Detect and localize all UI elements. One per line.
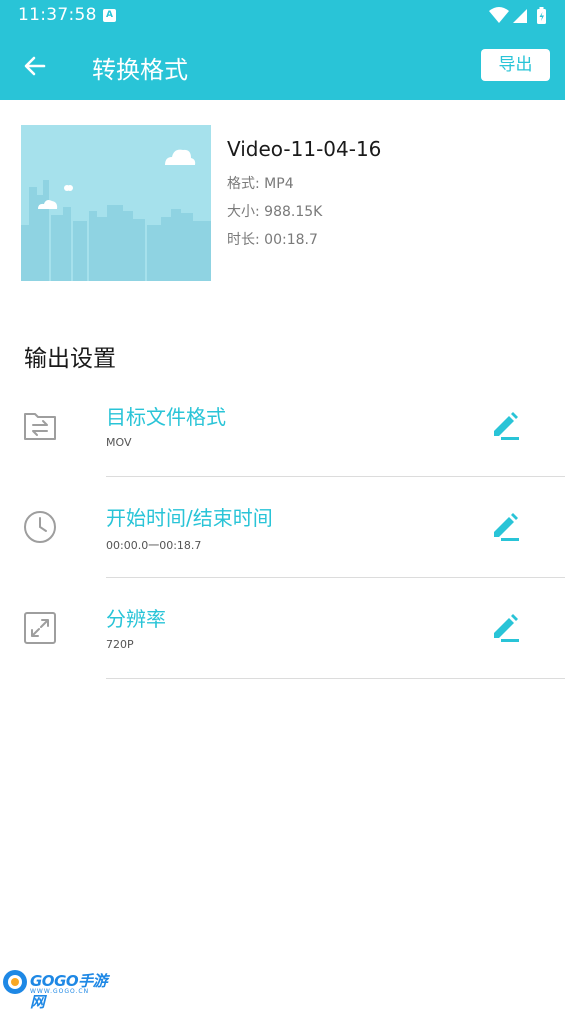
row-title: 分辨率 <box>106 607 166 631</box>
city-skyline-illustration <box>21 125 211 281</box>
battery-icon <box>537 7 546 24</box>
watermark-logo: GOGO手游网 WWW.GOGO.CN <box>2 968 112 1011</box>
page-title: 转换格式 <box>92 56 188 84</box>
signal-icon <box>513 9 527 23</box>
status-time: 11:37:58 <box>18 5 97 25</box>
folder-swap-icon <box>24 413 56 440</box>
row-value: 00:00.0一00:18.7 <box>106 539 202 552</box>
edit-pencil-icon[interactable] <box>489 409 521 441</box>
row-title: 开始时间/结束时间 <box>106 506 273 530</box>
edit-pencil-icon[interactable] <box>489 510 521 542</box>
section-title: 输出设置 <box>24 346 116 372</box>
clock-icon <box>24 511 56 543</box>
status-bar: 11:37:58 A <box>0 0 565 32</box>
target-format-row[interactable]: 目标文件格式 MOV <box>0 376 565 476</box>
time-range-row[interactable]: 开始时间/结束时间 00:00.0一00:18.7 <box>0 477 565 577</box>
wifi-icon <box>489 7 509 23</box>
row-value: MOV <box>106 436 132 449</box>
video-name: Video-11-04-16 <box>227 137 382 161</box>
app-bar: 转换格式 导出 <box>0 32 565 100</box>
resize-icon <box>24 612 56 644</box>
export-button[interactable]: 导出 <box>481 49 550 81</box>
notification-badge-icon: A <box>103 9 116 22</box>
divider <box>106 678 565 679</box>
video-duration: 时长: 00:18.7 <box>227 232 318 248</box>
row-value: 720P <box>106 638 134 651</box>
watermark-url: WWW.GOGO.CN <box>30 988 90 995</box>
gogo-logo-icon <box>3 970 27 994</box>
back-arrow-icon[interactable] <box>20 51 50 81</box>
resolution-row[interactable]: 分辨率 720P <box>0 578 565 678</box>
row-title: 目标文件格式 <box>106 405 226 429</box>
video-size: 大小: 988.15K <box>227 204 323 220</box>
edit-pencil-icon[interactable] <box>489 611 521 643</box>
video-format: 格式: MP4 <box>227 176 294 192</box>
video-thumbnail[interactable] <box>21 125 211 281</box>
status-icons <box>489 7 546 24</box>
